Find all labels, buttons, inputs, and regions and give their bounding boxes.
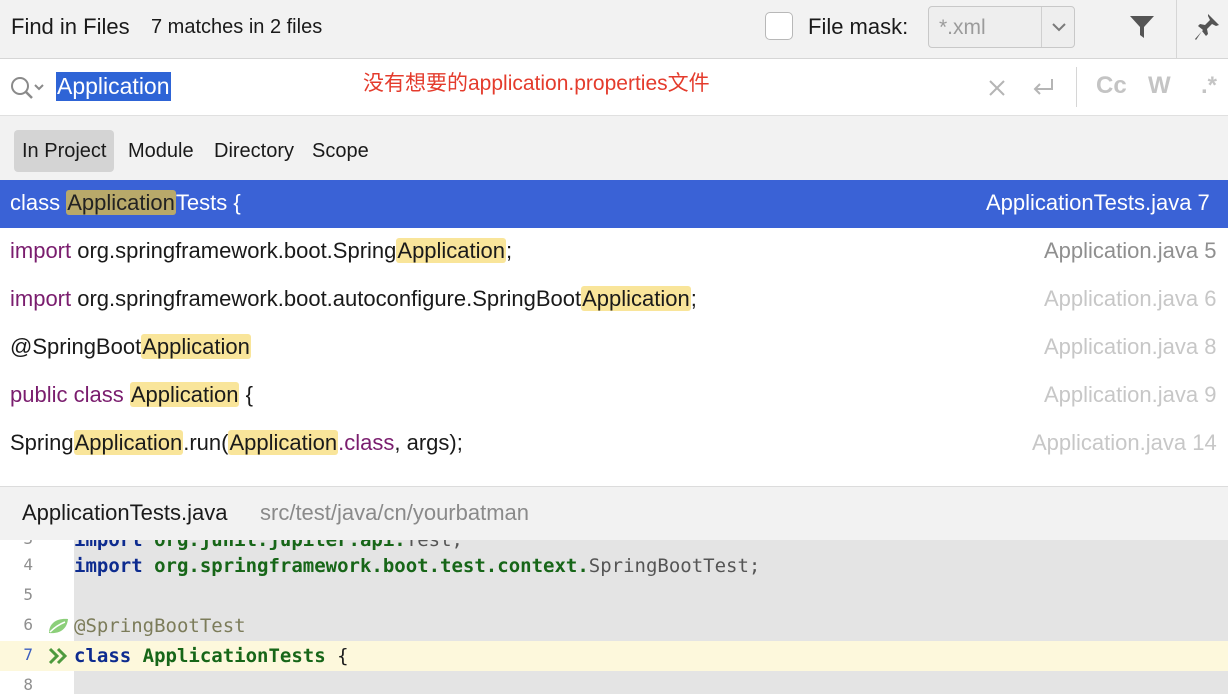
result-row[interactable]: import org.springframework.boot.autoconf… [0,276,1228,324]
package-name: org.springframework.boot.test.context. [142,555,589,577]
result-file: Application.java 14 [1032,430,1217,455]
result-row[interactable]: class ApplicationTests { ApplicationTest… [0,180,1228,228]
spring-bean-icon[interactable] [47,617,69,635]
match-highlight: Application [73,430,184,455]
code-line: 5 [0,581,1228,611]
tab-scope[interactable]: Scope [304,130,377,172]
run-test-icon[interactable] [47,647,69,665]
keyword: import [10,286,72,311]
whole-words-icon[interactable]: W [1148,72,1171,100]
result-row[interactable]: SpringApplication.run(Application.class,… [0,420,1228,468]
tab-directory[interactable]: Directory [206,130,302,172]
file-mask-checkbox[interactable] [765,12,793,40]
package-name: org.junit.jupiter.api. [142,540,406,551]
line-code: import org.springframework.boot.test.con… [74,555,760,577]
code-text: { [325,645,349,667]
result-row[interactable]: @SpringBootApplication Application.java … [0,324,1228,372]
regex-icon[interactable]: .* [1201,72,1217,100]
code-line: 6 @SpringBootTest [0,611,1228,641]
search-bar: Application 没有想要的application.properties文… [0,59,1228,116]
keyword: public class [10,382,124,407]
search-input[interactable]: Application [56,72,171,101]
match-case-icon[interactable]: Cc [1096,72,1127,100]
result-code: SpringApplication.run(Application.class,… [10,430,463,456]
code-text: org.springframework.boot.autoconfigure.S… [71,286,582,311]
code-text: ; [506,238,513,263]
line-code: class ApplicationTests { [74,645,349,667]
scope-tabs: In Project Module Directory Scope [0,116,1228,180]
line-code: import org.junit.jupiter.api.Test; [74,540,463,551]
line-number: 6 [23,615,33,634]
line-number: 5 [23,585,33,604]
chevron-down-icon[interactable] [1041,7,1076,47]
result-code: import org.springframework.boot.SpringAp… [10,238,512,264]
code-text: ; [690,286,697,311]
red-annotation-text: 没有想要的application.properties文件 [363,72,710,95]
tab-in-project[interactable]: In Project [14,130,115,172]
file-mask-combobox[interactable]: *.xml [928,6,1075,48]
keyword: class [74,645,132,667]
match-highlight: Application [581,286,691,311]
code-text: Spring [10,430,74,455]
class-declaration: ApplicationTests [131,645,326,667]
keyword: .class [338,430,395,455]
tab-module[interactable]: Module [120,130,202,172]
annotation-text: @SpringBootTest [74,615,246,637]
result-code: public class Application { [10,382,253,408]
match-highlight: Application [396,238,507,263]
preview-header: ApplicationTests.java src/test/java/cn/y… [0,486,1228,541]
line-number: 3 [0,540,33,548]
code-text: { [239,382,253,407]
result-code: @SpringBootApplication [10,334,251,360]
header-divider [1176,0,1177,58]
code-text: @SpringBoot [10,334,142,359]
result-code: import org.springframework.boot.autoconf… [10,286,697,312]
result-row[interactable]: import org.springframework.boot.SpringAp… [0,228,1228,276]
code-line-current: 7 class ApplicationTests { [0,641,1228,671]
preview-file-path: src/test/java/cn/yourbatman [260,500,530,525]
class-name: SpringBootTest; [588,555,761,577]
class-name: Test; [405,540,463,551]
result-code: class ApplicationTests { [10,190,241,216]
close-icon[interactable] [987,78,1007,98]
line-number: 7 [23,645,33,664]
code-line: 4 import org.springframework.boot.test.c… [0,551,1228,581]
match-summary: 7 matches in 2 files [151,16,323,38]
line-number: 4 [23,555,33,574]
result-file: Application.java 5 [1044,238,1217,263]
result-file: Application.java 6 [1044,286,1217,311]
code-text: class [10,190,67,215]
code-preview[interactable]: 3 import org.junit.jupiter.api.Test; 4 i… [0,540,1228,694]
result-file: ApplicationTests.java 7 [986,190,1210,215]
code-text: Tests { [175,190,241,215]
match-highlight: Application [129,382,240,407]
result-file: Application.java 8 [1044,334,1217,359]
results-list: class ApplicationTests { ApplicationTest… [0,180,1228,486]
code-line: 8 [0,671,1228,694]
keyword: import [74,540,143,551]
code-text: org.springframework.boot.Spring [71,238,397,263]
result-file: Application.java 9 [1044,382,1217,407]
dialog-title: Find in Files [11,14,130,39]
match-highlight: Application [228,430,339,455]
match-highlight: Application [66,190,176,215]
pin-icon[interactable] [1193,12,1221,42]
search-icon[interactable] [10,76,46,100]
match-highlight: Application [141,334,251,359]
line-number: 8 [23,675,33,694]
filter-icon[interactable] [1129,14,1155,40]
find-in-files-header: Find in Files 7 matches in 2 files File … [0,0,1228,59]
code-text: .run( [183,430,229,455]
preview-file-name: ApplicationTests.java [22,500,228,525]
keyword: import [74,555,143,577]
file-mask-value[interactable]: *.xml [939,16,986,40]
new-line-icon[interactable] [1030,76,1056,100]
search-divider [1076,67,1077,107]
result-row[interactable]: public class Application { Application.j… [0,372,1228,420]
keyword: import [10,238,72,263]
file-mask-label: File mask: [808,14,909,39]
code-text: , args); [394,430,463,455]
